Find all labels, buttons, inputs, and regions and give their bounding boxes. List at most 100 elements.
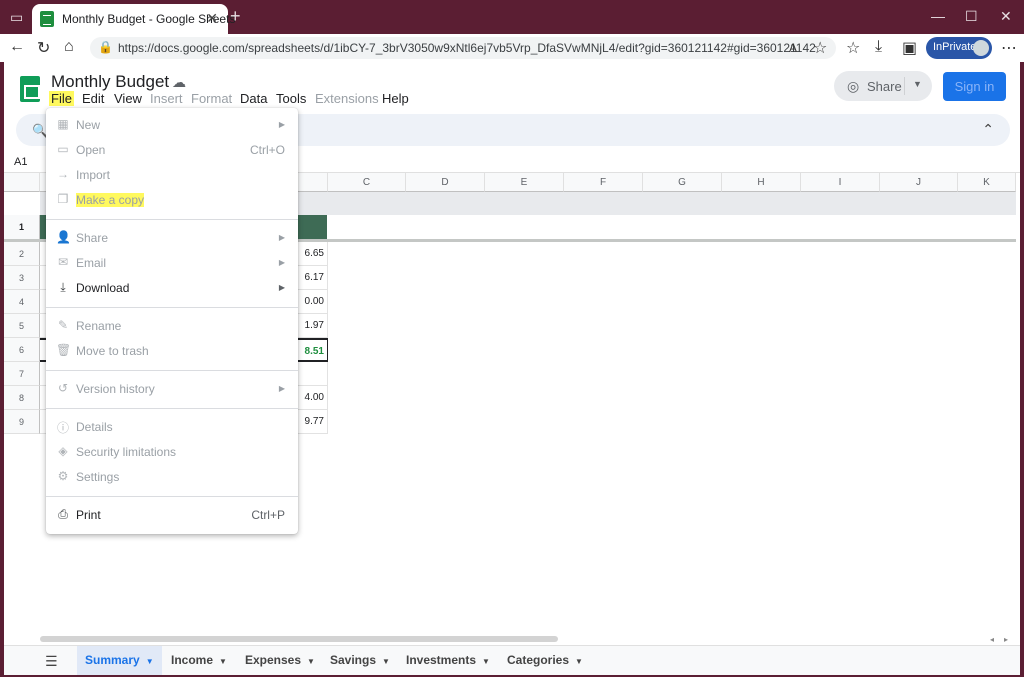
column-header[interactable]: E	[485, 173, 564, 192]
file-menu-label: Print	[76, 508, 101, 522]
row-header[interactable]: 4	[4, 290, 40, 314]
name-box[interactable]: A1	[14, 156, 27, 168]
sheet-tab-label: Savings	[330, 653, 377, 667]
file-menu-label: Open	[76, 143, 106, 157]
file-menu-dropdown: ▦ New ▶ ▭ Open Ctrl+O → Import ❐ Make a …	[46, 108, 298, 534]
sheet-tab-investments[interactable]: Investments ▼	[398, 646, 498, 675]
row-header[interactable]: 9	[4, 410, 40, 434]
read-aloud-icon[interactable]: A	[789, 41, 797, 55]
sheet-tab-categories[interactable]: Categories ▼	[499, 646, 591, 675]
all-sheets-menu-icon[interactable]: ☰	[45, 653, 58, 670]
row-header[interactable]: 8	[4, 386, 40, 410]
file-menu-details[interactable]: ⓘ Details	[46, 415, 298, 440]
inprivate-badge[interactable]: InPrivate	[926, 37, 992, 59]
back-icon[interactable]: ←	[9, 38, 25, 56]
menu-divider	[46, 307, 298, 308]
downloads-icon[interactable]: ⤓	[875, 38, 882, 56]
row-header[interactable]: 7	[4, 362, 40, 386]
menu-view[interactable]: View	[114, 91, 142, 106]
gear-icon: ⚙	[57, 469, 69, 483]
profile-avatar-icon	[973, 40, 989, 56]
sheet-tab-summary[interactable]: Summary ▼	[77, 646, 162, 675]
file-menu-rename[interactable]: ✎ Rename	[46, 314, 298, 339]
sheet-tab-savings[interactable]: Savings ▼	[322, 646, 398, 675]
window-close-icon[interactable]: ✕	[1000, 8, 1012, 25]
tab-actions-icon[interactable]: ▭	[10, 9, 23, 26]
file-menu-make-a-copy[interactable]: ❐ Make a copy	[46, 188, 298, 213]
sheet-tab-menu-icon[interactable]: ▼	[482, 657, 490, 666]
file-menu-print[interactable]: ⎙ Print Ctrl+P	[46, 503, 298, 528]
file-menu-security-limitations[interactable]: ◈ Security limitations	[46, 440, 298, 465]
more-options-icon[interactable]: ⋯	[1001, 38, 1017, 58]
row-header[interactable]: 6	[4, 338, 40, 362]
horizontal-scrollbar[interactable]	[40, 636, 558, 642]
sheet-tab-menu-icon[interactable]: ▼	[146, 657, 154, 666]
file-menu-new[interactable]: ▦ New ▶	[46, 113, 298, 138]
browser-tab[interactable]: Monthly Budget - Google Sheets ✕	[32, 4, 235, 34]
history-icon: ↺	[57, 381, 69, 395]
menu-data[interactable]: Data	[240, 91, 267, 106]
file-menu-label: Import	[76, 168, 111, 182]
favorites-icon[interactable]: ☆	[846, 38, 860, 58]
menu-extensions[interactable]: Extensions	[315, 91, 379, 106]
column-header[interactable]: H	[722, 173, 801, 192]
sheet-tab-income[interactable]: Income ▼	[163, 646, 235, 675]
sign-in-button[interactable]: Sign in	[943, 72, 1006, 101]
select-all-corner[interactable]	[4, 173, 40, 192]
close-tab-icon[interactable]: ✕	[206, 10, 218, 27]
refresh-icon[interactable]: ↻	[37, 38, 50, 58]
column-header[interactable]: J	[880, 173, 958, 192]
column-header[interactable]: G	[643, 173, 722, 192]
column-header[interactable]: I	[801, 173, 880, 192]
menu-file[interactable]: File	[49, 91, 74, 106]
file-menu-label: Move to trash	[76, 344, 149, 358]
file-menu-move-to-trash[interactable]: 🗑 Move to trash	[46, 339, 298, 364]
sheet-tab-menu-icon[interactable]: ▼	[219, 657, 227, 666]
file-menu-label: Details	[76, 420, 113, 434]
menu-edit[interactable]: Edit	[82, 91, 104, 106]
sheet-tab-menu-icon[interactable]: ▼	[307, 657, 315, 666]
minimize-icon[interactable]: —	[931, 8, 945, 24]
share-dropdown-icon[interactable]: ▼	[913, 79, 922, 89]
file-menu-email[interactable]: ✉ Email ▶	[46, 251, 298, 276]
favorite-star-icon[interactable]: ☆	[813, 38, 827, 58]
column-header[interactable]: C	[328, 173, 406, 192]
menu-help[interactable]: Help	[382, 91, 409, 106]
sheets-logo-icon[interactable]	[20, 76, 40, 102]
file-menu-download[interactable]: ⤓ Download ▶	[46, 276, 298, 301]
collapse-toolbar-icon[interactable]: ⌃	[982, 121, 994, 138]
file-menu-import[interactable]: → Import	[46, 163, 298, 188]
column-header[interactable]: F	[564, 173, 643, 192]
column-header[interactable]: K	[958, 173, 1016, 192]
new-tab-icon[interactable]: +	[230, 6, 241, 27]
screenshot-icon[interactable]: ▣	[902, 38, 917, 58]
share-button[interactable]: ◎ Share ▼	[834, 71, 932, 101]
cloud-saved-icon[interactable]: ☁	[172, 74, 186, 91]
menu-tools[interactable]: Tools	[276, 91, 306, 106]
file-menu-settings[interactable]: ⚙ Settings	[46, 465, 298, 490]
scroll-left-icon[interactable]: ◂	[990, 635, 994, 644]
sheet-tab-menu-icon[interactable]: ▼	[575, 657, 583, 666]
row-header[interactable]: 5	[4, 314, 40, 338]
globe-icon: ◎	[847, 78, 860, 94]
submenu-arrow-icon: ▶	[278, 233, 285, 242]
address-bar[interactable]: 🔒 https://docs.google.com/spreadsheets/d…	[90, 37, 836, 59]
row-header[interactable]: 3	[4, 266, 40, 290]
document-title[interactable]: Monthly Budget	[51, 72, 169, 92]
menu-divider	[46, 219, 298, 220]
printer-icon: ⎙	[58, 507, 68, 521]
column-header[interactable]: D	[406, 173, 485, 192]
menu-format[interactable]: Format	[191, 91, 232, 106]
home-icon[interactable]: ⌂	[64, 38, 74, 56]
row-header[interactable]: 1	[4, 215, 40, 240]
maximize-icon[interactable]: ☐	[965, 8, 978, 25]
row-header[interactable]: 2	[4, 242, 40, 266]
sheet-tab-menu-icon[interactable]: ▼	[382, 657, 390, 666]
file-menu-version-history[interactable]: ↺ Version history ▶	[46, 377, 298, 402]
menu-insert[interactable]: Insert	[150, 91, 183, 106]
sheet-tab-expenses[interactable]: Expenses ▼	[237, 646, 323, 675]
url-text[interactable]: https://docs.google.com/spreadsheets/d/1…	[118, 41, 816, 55]
scroll-right-icon[interactable]: ▸	[1004, 635, 1008, 644]
file-menu-share[interactable]: 👤 Share ▶	[46, 226, 298, 251]
file-menu-open[interactable]: ▭ Open Ctrl+O	[46, 138, 298, 163]
